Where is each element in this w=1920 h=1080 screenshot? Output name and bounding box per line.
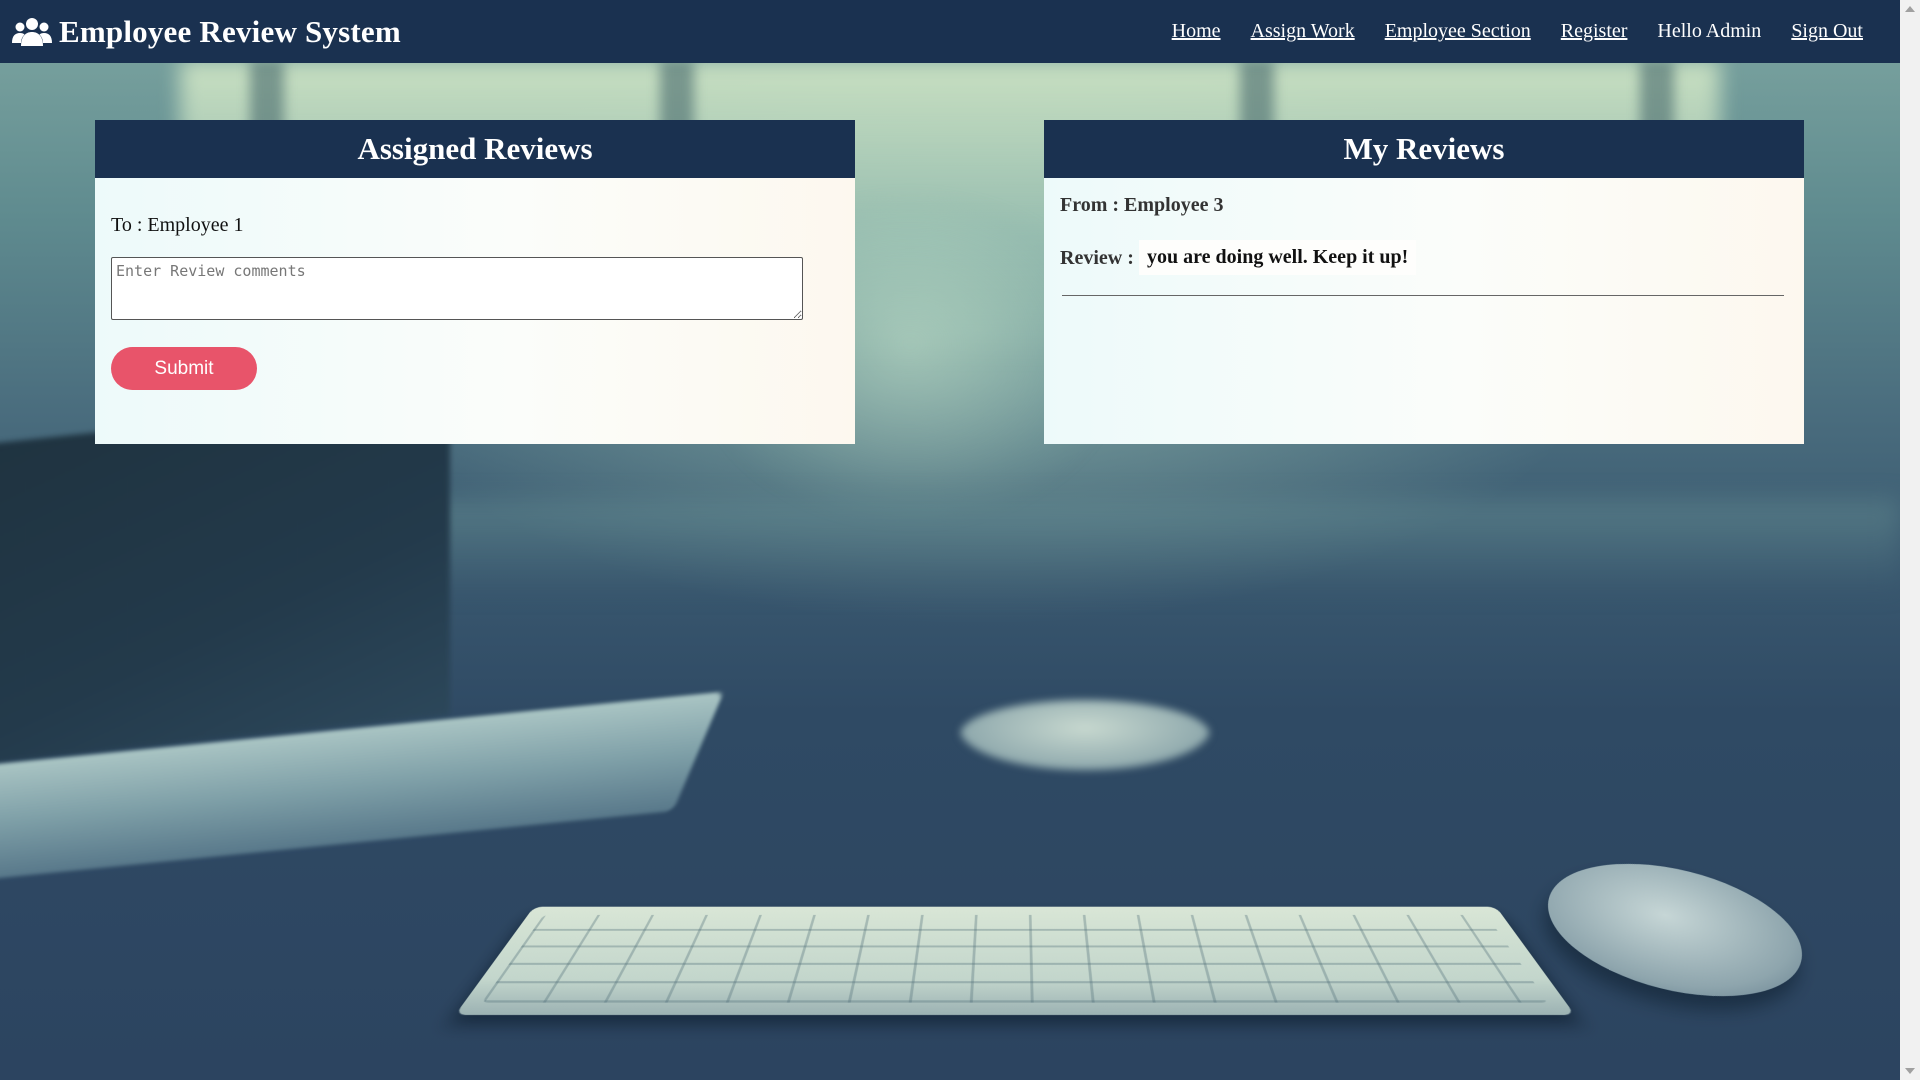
- review-from: From : Employee 3: [1060, 194, 1224, 216]
- background-laptop-screen: [0, 395, 450, 765]
- brand[interactable]: Employee Review System: [12, 14, 401, 50]
- nav-links: Home Assign Work Employee Section Regist…: [1142, 20, 1863, 43]
- assigned-reviews-title: Assigned Reviews: [95, 120, 855, 178]
- users-icon: [12, 17, 52, 46]
- my-reviews-title: My Reviews: [1044, 120, 1804, 178]
- navbar: Employee Review System Home Assign Work …: [0, 0, 1900, 63]
- my-reviews-panel: My Reviews From : Employee 3 Review : yo…: [1044, 120, 1804, 444]
- page-scrollbar[interactable]: [1900, 0, 1920, 1080]
- nav-employee-section-link[interactable]: Employee Section: [1385, 20, 1531, 43]
- background-cup: [960, 700, 1210, 770]
- background-mouse: [1534, 840, 1816, 1020]
- nav-register-link[interactable]: Register: [1561, 20, 1628, 43]
- app-title: Employee Review System: [59, 13, 401, 49]
- scroll-up-arrow-icon[interactable]: [1905, 6, 1915, 12]
- nav-home-link[interactable]: Home: [1172, 20, 1221, 43]
- review-divider: [1062, 295, 1784, 296]
- background-keyboard: [455, 906, 1575, 1015]
- nav-assign-work-link[interactable]: Assign Work: [1251, 20, 1355, 43]
- nav-sign-out-link[interactable]: Sign Out: [1791, 20, 1863, 43]
- review-label: Review :: [1060, 247, 1134, 269]
- review-recipient: To : Employee 1: [111, 214, 244, 236]
- background-window-sill: [420, 500, 1900, 590]
- review-text: you are doing well. Keep it up!: [1139, 240, 1417, 275]
- scroll-down-arrow-icon[interactable]: [1905, 1068, 1915, 1074]
- user-greeting: Hello Admin: [1657, 20, 1762, 42]
- assigned-reviews-panel: Assigned Reviews To : Employee 1 Submit: [95, 120, 855, 444]
- review-comments-input[interactable]: [111, 257, 803, 320]
- submit-button[interactable]: Submit: [111, 347, 257, 390]
